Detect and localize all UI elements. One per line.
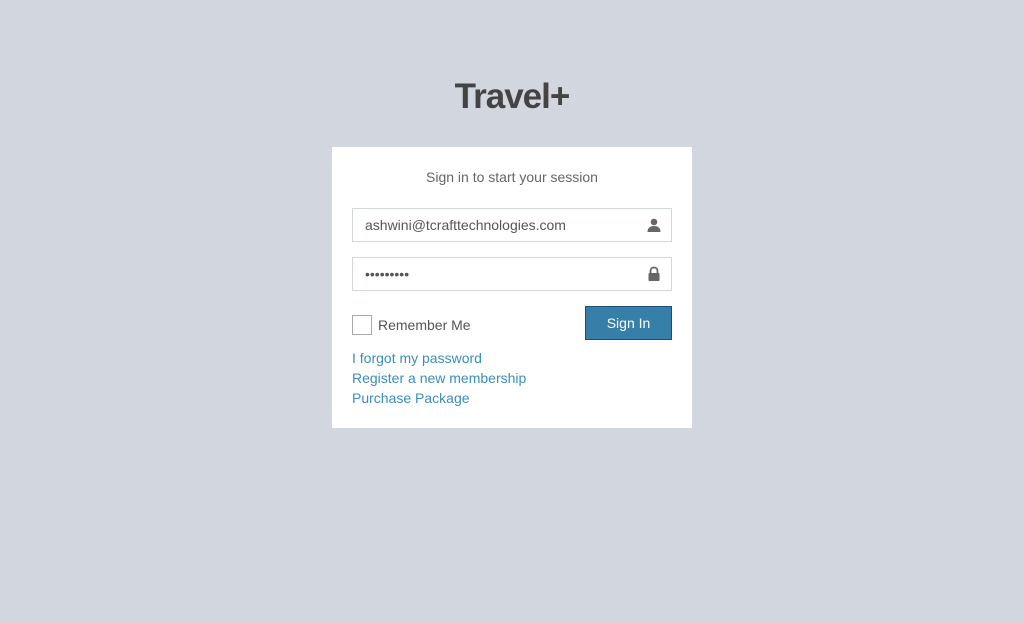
forgot-password-link[interactable]: I forgot my password	[352, 348, 526, 368]
remember-me-checkbox[interactable]	[352, 315, 372, 335]
password-field-wrapper	[352, 257, 672, 291]
register-link[interactable]: Register a new membership	[352, 368, 526, 388]
sign-in-button[interactable]: Sign In	[585, 306, 672, 340]
user-icon	[646, 217, 662, 233]
lock-icon	[646, 266, 662, 282]
remember-me-label[interactable]: Remember Me	[378, 317, 471, 333]
email-field-wrapper	[352, 208, 672, 242]
login-message: Sign in to start your session	[426, 169, 598, 185]
email-input[interactable]	[365, 209, 635, 241]
login-links: I forgot my password Register a new memb…	[352, 348, 526, 408]
brand-logo: Travel+	[454, 77, 571, 116]
login-box: Sign in to start your session Remember M…	[332, 147, 692, 428]
password-input[interactable]	[365, 258, 635, 290]
purchase-package-link[interactable]: Purchase Package	[352, 388, 526, 408]
